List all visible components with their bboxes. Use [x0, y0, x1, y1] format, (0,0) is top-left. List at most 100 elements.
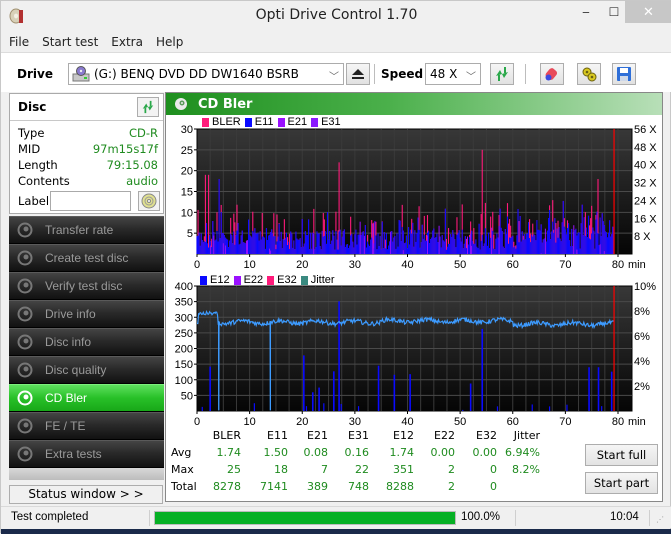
y-right-tick-label: 10% — [634, 281, 656, 293]
x-tick-label: 70 — [559, 259, 571, 271]
legend-label-e22: E22 — [243, 274, 264, 286]
x-tick-label: 30 — [349, 416, 361, 428]
stats-value-avg-jitter: 6.94% — [505, 446, 540, 459]
legend-swatch-e31 — [311, 117, 319, 127]
x-tick-label: 20 — [296, 259, 308, 271]
x-tick-label: 10 — [244, 416, 256, 428]
x-tick-label: 0 — [194, 259, 200, 271]
divider — [149, 510, 150, 526]
stats-col-e21: E21 — [307, 429, 328, 442]
divider — [515, 510, 516, 526]
stats-value-max-e32: 0 — [490, 463, 497, 476]
x-tick-label: 60 — [507, 259, 519, 271]
y-right-tick-label: 24 X — [634, 195, 657, 207]
stats-value-max-jitter: 8.2% — [512, 463, 540, 476]
divider — [649, 510, 650, 526]
stats-value-max-e12: 351 — [393, 463, 414, 476]
x-tick-label: 80 — [612, 416, 624, 428]
stats-value-avg-e21: 0.08 — [303, 446, 329, 459]
stats-value-avg-e12: 1.74 — [389, 446, 415, 459]
resize-grip-icon[interactable]: ⋰ — [656, 515, 666, 525]
stats-value-avg-bler: 1.74 — [216, 446, 242, 459]
stats-value-avg-e31: 0.16 — [344, 446, 370, 459]
stats-col-jitter: Jitter — [513, 429, 540, 442]
x-tick-label: 20 — [296, 416, 308, 428]
x-tick-label: 60 — [507, 416, 519, 428]
stats-value-max-bler: 25 — [227, 463, 241, 476]
stats-col-e12: E12 — [393, 429, 414, 442]
progress-label: 100.0% — [461, 511, 501, 523]
stats-value-total-e12: 8288 — [386, 480, 414, 493]
y-right-tick-label: 2% — [634, 381, 650, 393]
legend-label-e31: E31 — [321, 116, 341, 128]
y-tick-label: 5 — [187, 228, 193, 240]
stats-col-e22: E22 — [434, 429, 455, 442]
legend-swatch-e21 — [277, 117, 285, 127]
y-tick-label: 10 — [181, 207, 193, 219]
y-right-tick-label: 8% — [634, 306, 650, 318]
start-part-button[interactable]: Start part — [585, 472, 658, 494]
stats-value-total-bler: 8278 — [213, 480, 241, 493]
y-tick-label: 100 — [175, 375, 193, 387]
progress-fill — [155, 512, 455, 524]
legend-label-e12: E12 — [210, 274, 230, 286]
x-axis-label: min — [628, 416, 646, 428]
y-right-tick-label: 32 X — [634, 178, 657, 190]
legend-label-jitter: Jitter — [310, 274, 335, 286]
y-tick-label: 25 — [181, 145, 193, 157]
status-text: Test completed — [11, 511, 89, 523]
legend-swatch-bler — [202, 117, 209, 127]
y-tick-label: 50 — [181, 390, 193, 402]
y-tick-label: 15 — [181, 187, 193, 199]
x-tick-label: 10 — [244, 259, 256, 271]
stats-col-e32: E32 — [476, 429, 497, 442]
chart1-legend: BLER E11 E21 E31 — [199, 116, 342, 128]
elapsed-time: 10:04 — [610, 511, 639, 523]
y-right-tick-label: 56 X — [634, 124, 657, 136]
y-tick-label: 250 — [175, 328, 193, 340]
y-right-tick-label: 48 X — [634, 142, 657, 154]
x-axis-label: min — [628, 259, 646, 271]
x-tick-label: 50 — [454, 259, 466, 271]
x-tick-label: 80 — [612, 259, 624, 271]
y-tick-label: 20 — [181, 166, 193, 178]
x-tick-label: 40 — [401, 416, 413, 428]
legend-label-e11: E11 — [254, 116, 274, 128]
y-right-tick-label: 8 X — [634, 231, 651, 243]
x-tick-label: 30 — [349, 259, 361, 271]
stats-value-max-e31: 22 — [355, 463, 369, 476]
y-tick-label: 150 — [175, 359, 193, 371]
y-tick-label: 350 — [175, 297, 193, 309]
legend-swatch-jitter — [300, 275, 308, 285]
start-full-button[interactable]: Start full — [585, 444, 658, 466]
legend-label-e32: E32 — [277, 274, 297, 286]
y-right-tick-label: 4% — [634, 356, 650, 368]
y-right-tick-label: 6% — [634, 331, 650, 343]
app-window: Opti Drive Control 1.70 ‒ ☐ ✕ File Start… — [0, 0, 671, 534]
legend-label-e21: E21 — [287, 116, 308, 128]
stats-value-max-e21: 7 — [321, 463, 328, 476]
status-bar: Test completed 100.0% 10:04 ⋰ — [1, 506, 671, 528]
y-tick-label: 300 — [175, 312, 193, 324]
legend-swatch-e22 — [233, 275, 241, 285]
stats-value-avg-e32: 0.00 — [472, 446, 498, 459]
stats-value-total-e21: 389 — [307, 480, 328, 493]
y-tick-label: 400 — [175, 281, 193, 293]
progress-bar — [154, 511, 456, 525]
y-right-tick-label: 40 X — [634, 160, 657, 172]
desktop-strip — [1, 529, 671, 534]
legend-swatch-e32 — [267, 275, 275, 285]
y-tick-label: 200 — [175, 344, 193, 356]
legend-swatch-e11 — [244, 117, 252, 127]
legend-label-bler: BLER — [212, 116, 241, 128]
stats-value-max-e22: 2 — [448, 463, 455, 476]
x-tick-label: 40 — [401, 259, 413, 271]
stats-value-avg-e22: 0.00 — [430, 446, 456, 459]
stats-col-e31: E31 — [348, 429, 369, 442]
y-tick-label: 30 — [181, 124, 193, 136]
stats-col-bler: BLER — [212, 429, 241, 442]
x-tick-label: 50 — [454, 416, 466, 428]
chart2-legend: E12 E22 E32 Jitter — [197, 274, 336, 286]
y-right-tick-label: 16 X — [634, 213, 657, 225]
legend-swatch-e12 — [200, 275, 207, 285]
